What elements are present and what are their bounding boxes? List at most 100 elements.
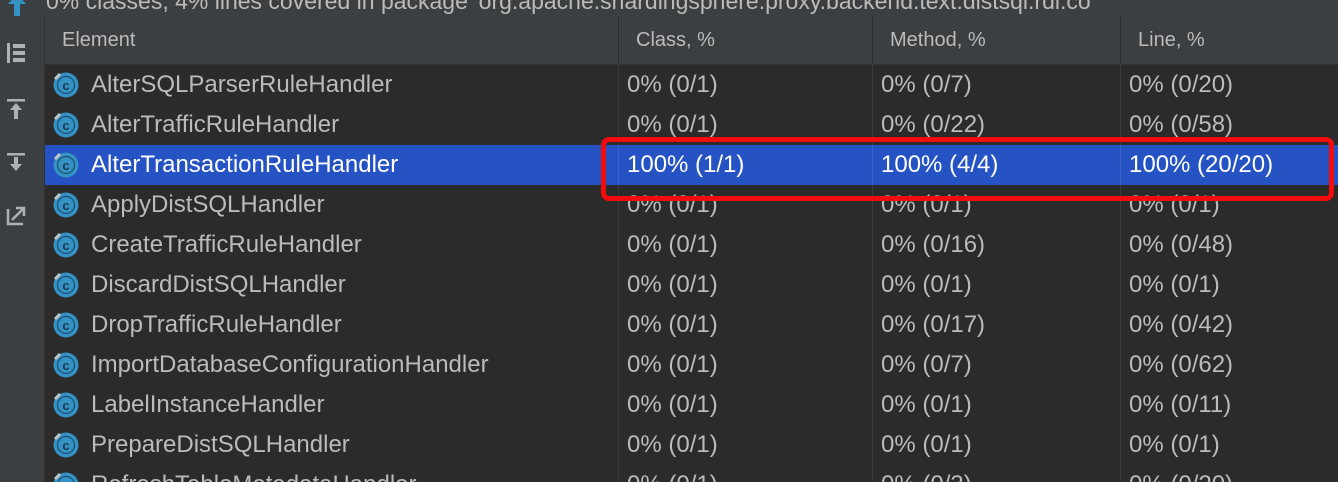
- element-cell: c AlterTransactionRuleHandler: [45, 145, 619, 185]
- up-arrow-icon[interactable]: [6, 0, 28, 16]
- coverage-toolbar: [0, 16, 45, 482]
- line-coverage-cell: 0% (0/1): [1129, 271, 1220, 298]
- export-icon[interactable]: [4, 202, 28, 228]
- method-coverage-cell: 0% (0/3): [873, 465, 1121, 482]
- column-header-line[interactable]: Line, %: [1121, 16, 1338, 64]
- line-coverage-cell: 0% (0/20): [1129, 71, 1234, 98]
- class-icon: c: [53, 312, 79, 338]
- table-header: Element Class, % Method, % Line, %: [45, 16, 1338, 65]
- line-coverage-cell: 0% (0/42): [1129, 311, 1234, 338]
- svg-text:c: c: [62, 318, 69, 333]
- method-coverage-cell: 0% (0/7): [873, 345, 1121, 385]
- table-row[interactable]: c LabelInstanceHandler 0% (0/1) 0% (0/1) 0% …: [45, 385, 1338, 425]
- class-coverage-cell: 100% (1/1): [619, 145, 873, 185]
- table-row[interactable]: c AlterTrafficRuleHandler 0% (0/1) 0% (0/22…: [45, 105, 1338, 145]
- element-cell: c DropTrafficRuleHandler: [45, 305, 619, 345]
- class-coverage-cell: 0% (0/1): [619, 465, 873, 482]
- svg-text:c: c: [62, 238, 69, 253]
- element-cell: c LabelInstanceHandler: [45, 385, 619, 425]
- svg-text:c: c: [62, 278, 69, 293]
- class-icon: c: [53, 192, 79, 218]
- class-icon: c: [53, 352, 79, 378]
- method-coverage-cell: 100% (4/4): [873, 145, 1121, 185]
- generate-report-icon[interactable]: [4, 96, 28, 122]
- coverage-summary-text: 0% classes, 4% lines covered in package …: [46, 0, 1091, 14]
- method-coverage-cell: 0% (0/17): [873, 305, 1121, 345]
- svg-text:c: c: [62, 158, 69, 173]
- element-cell: c ApplyDistSQLHandler: [45, 185, 619, 225]
- table-row[interactable]: c AlterTransactionRuleHandler 100% (1/1) 10…: [45, 145, 1338, 185]
- element-name: PrepareDistSQLHandler: [91, 431, 350, 458]
- element-name: RefreshTableMetadataHandler: [91, 471, 417, 482]
- table-row[interactable]: c ImportDatabaseConfigurationHandler 0% (0…: [45, 345, 1338, 385]
- column-header-element[interactable]: Element: [45, 16, 619, 64]
- class-coverage-cell: 0% (0/1): [619, 265, 873, 305]
- class-coverage-cell: 0% (0/1): [619, 225, 873, 265]
- line-coverage-cell: 0% (0/20): [1121, 465, 1338, 482]
- class-coverage-cell: 0% (0/1): [619, 105, 873, 145]
- class-icon: c: [53, 392, 79, 418]
- element-cell: c AlterTrafficRuleHandler: [45, 105, 619, 145]
- class-coverage-cell: 0% (0/1): [619, 425, 873, 465]
- class-icon: c: [53, 432, 79, 458]
- line-coverage-cell: 0% (0/1): [1129, 191, 1220, 218]
- method-coverage-cell: 0% (0/22): [873, 105, 1121, 145]
- element-cell: c ImportDatabaseConfigurationHandler: [45, 345, 619, 385]
- method-coverage-cell: 0% (0/1): [873, 265, 1121, 305]
- element-name: AlterSQLParserRuleHandler: [91, 71, 393, 98]
- import-icon[interactable]: [4, 150, 28, 176]
- class-coverage-cell: 0% (0/1): [619, 305, 873, 345]
- element-cell: c RefreshTableMetadataHandler: [45, 465, 619, 482]
- coverage-table: Element Class, % Method, % Line, % c Alte…: [45, 16, 1338, 482]
- class-icon: c: [53, 152, 79, 178]
- svg-text:c: c: [62, 358, 69, 373]
- element-cell: c PrepareDistSQLHandler: [45, 425, 619, 465]
- line-coverage-cell: 0% (0/1): [1129, 431, 1220, 458]
- class-icon: c: [53, 72, 79, 98]
- table-row[interactable]: c CreateTrafficRuleHandler 0% (0/1) 0% (0/1…: [45, 225, 1338, 265]
- class-icon: c: [53, 232, 79, 258]
- method-coverage-cell: 0% (0/16): [873, 225, 1121, 265]
- method-coverage-cell: 0% (0/1): [873, 185, 1121, 225]
- line-coverage-cell: 0% (0/11): [1129, 391, 1232, 418]
- line-coverage-cell: 0% (0/62): [1129, 351, 1234, 378]
- svg-text:c: c: [62, 438, 69, 453]
- line-coverage-cell: 100% (20/20): [1129, 151, 1274, 178]
- svg-text:c: c: [62, 398, 69, 413]
- column-header-method[interactable]: Method, %: [873, 16, 1121, 64]
- class-icon: c: [53, 472, 79, 482]
- svg-text:c: c: [62, 478, 69, 482]
- svg-text:c: c: [62, 198, 69, 213]
- svg-text:c: c: [62, 78, 69, 93]
- element-cell: c DiscardDistSQLHandler: [45, 265, 619, 305]
- flatten-packages-icon[interactable]: [4, 40, 28, 66]
- svg-text:c: c: [62, 118, 69, 133]
- method-coverage-cell: 0% (0/1): [873, 385, 1121, 425]
- element-name: ApplyDistSQLHandler: [91, 191, 325, 218]
- table-row[interactable]: c DropTrafficRuleHandler 0% (0/1) 0% (0/17)…: [45, 305, 1338, 345]
- class-coverage-cell: 0% (0/1): [619, 185, 873, 225]
- element-name: AlterTrafficRuleHandler: [91, 111, 340, 138]
- element-cell: c AlterSQLParserRuleHandler: [45, 65, 619, 105]
- element-cell: c CreateTrafficRuleHandler: [45, 225, 619, 265]
- class-icon: c: [53, 272, 79, 298]
- line-coverage-cell: 0% (0/48): [1129, 231, 1234, 258]
- element-name: DropTrafficRuleHandler: [91, 311, 342, 338]
- table-row[interactable]: c DiscardDistSQLHandler 0% (0/1) 0% (0/1) 0%…: [45, 265, 1338, 305]
- column-header-class[interactable]: Class, %: [619, 16, 873, 64]
- class-coverage-cell: 0% (0/1): [619, 385, 873, 425]
- class-coverage-cell: 0% (0/1): [619, 345, 873, 385]
- element-name: AlterTransactionRuleHandler: [91, 151, 399, 178]
- class-icon: c: [53, 112, 79, 138]
- element-name: CreateTrafficRuleHandler: [91, 231, 362, 258]
- table-row[interactable]: cRefreshTableMetadataHandler0% (0/1)0% (…: [45, 465, 1338, 482]
- coverage-summary-bar: 0% classes, 4% lines covered in package …: [0, 0, 1338, 16]
- line-coverage-cell: 0% (0/58): [1129, 111, 1234, 138]
- element-name: LabelInstanceHandler: [91, 391, 325, 418]
- class-coverage-cell: 0% (0/1): [619, 65, 873, 105]
- table-row[interactable]: c PrepareDistSQLHandler 0% (0/1) 0% (0/1) 0%…: [45, 425, 1338, 465]
- method-coverage-cell: 0% (0/7): [873, 65, 1121, 105]
- element-name: DiscardDistSQLHandler: [91, 271, 346, 298]
- table-row[interactable]: c AlterSQLParserRuleHandler 0% (0/1) 0% (0/…: [45, 65, 1338, 105]
- table-row[interactable]: c ApplyDistSQLHandler 0% (0/1) 0% (0/1) 0% (…: [45, 185, 1338, 225]
